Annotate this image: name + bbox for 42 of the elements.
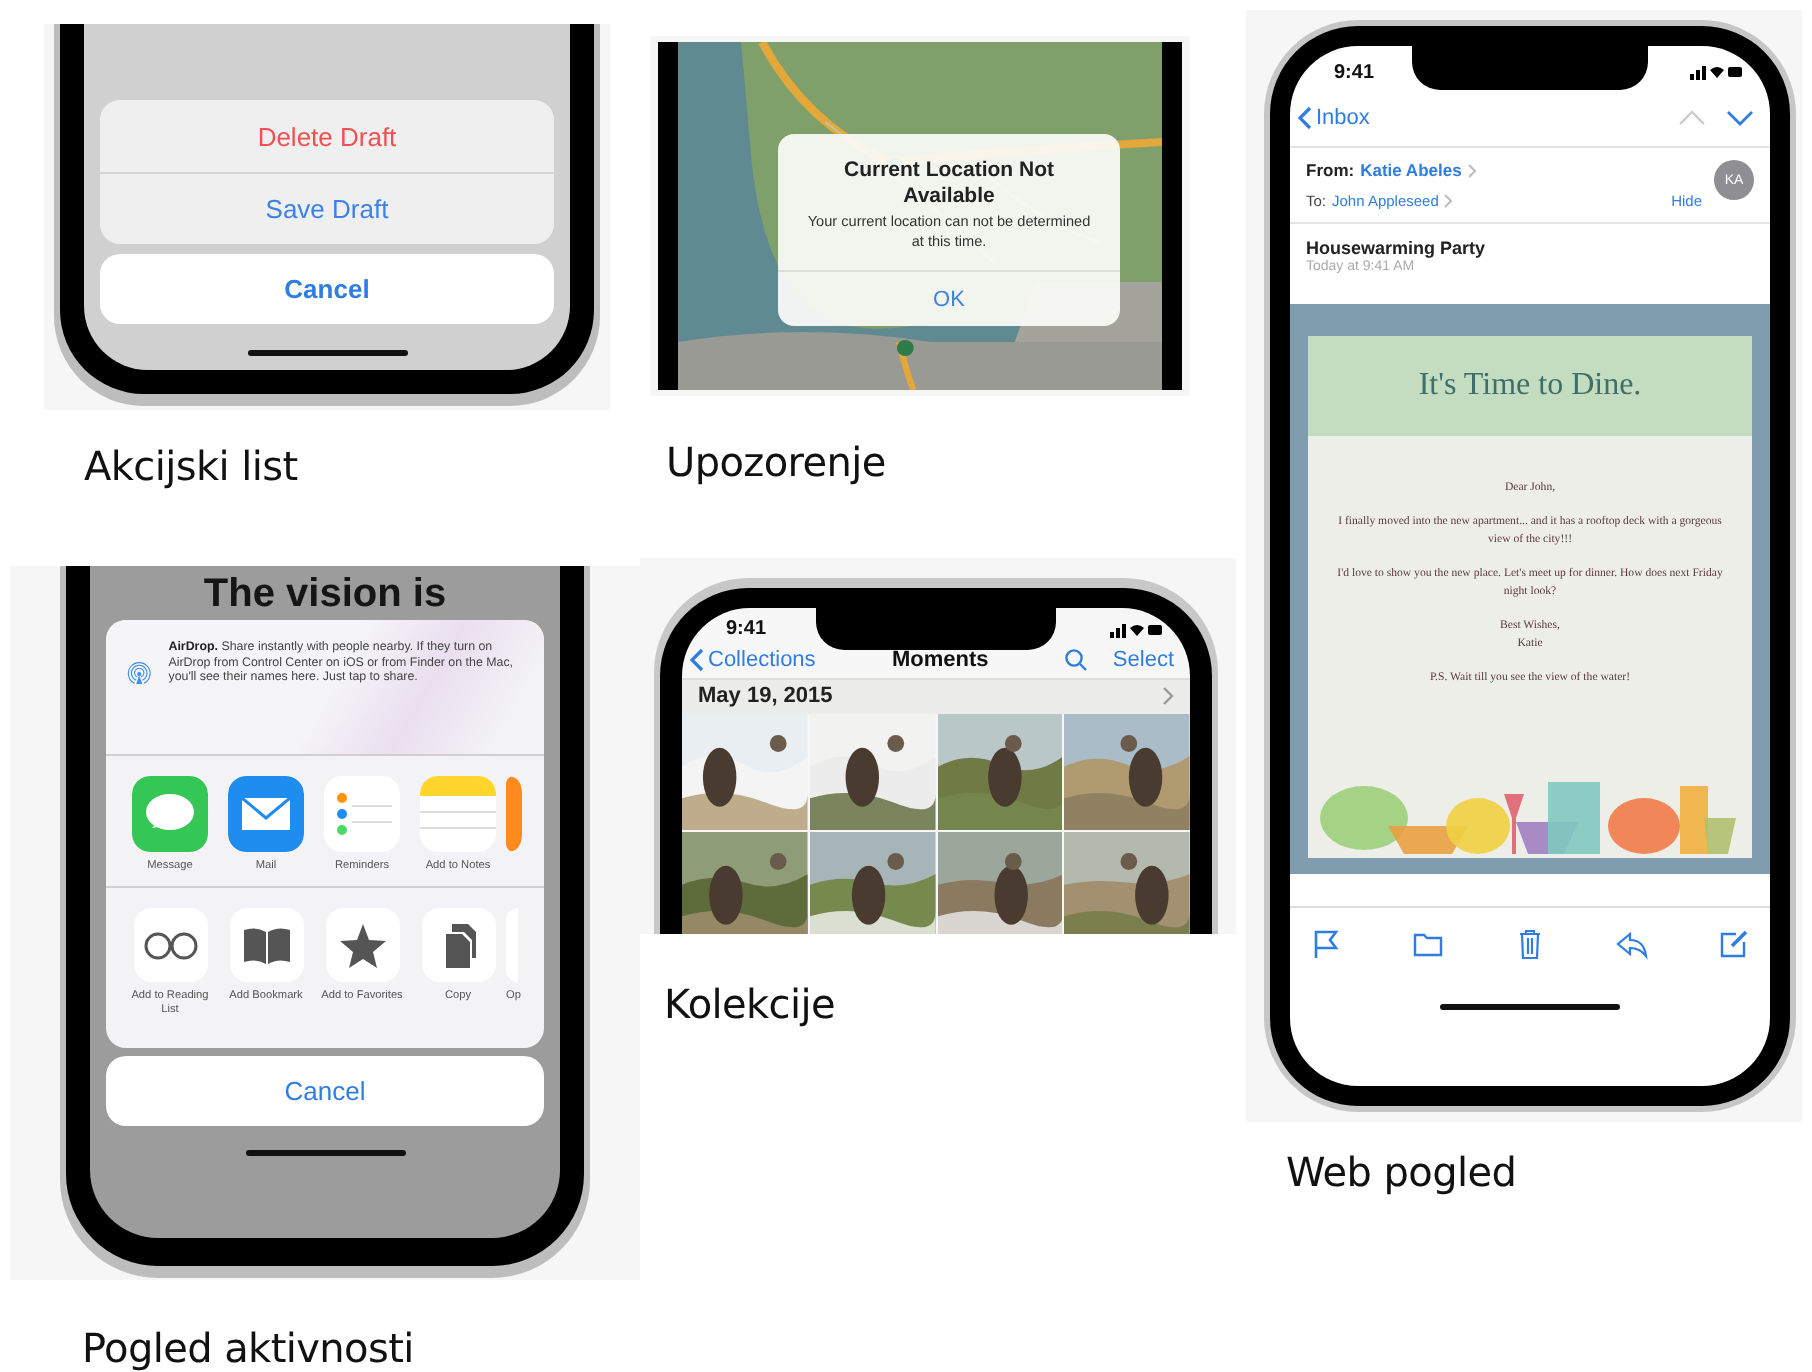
- trash-icon[interactable]: [1514, 928, 1546, 960]
- sender-link[interactable]: Katie Abeles: [1360, 160, 1462, 180]
- status-icons: [1110, 621, 1162, 638]
- status-icons: [1690, 64, 1742, 80]
- folder-icon[interactable]: [1412, 928, 1444, 960]
- down-chevron-icon[interactable]: [1726, 110, 1754, 126]
- email-subject: Housewarming Party: [1306, 238, 1488, 258]
- chevron-icon: [1298, 106, 1312, 130]
- from-label: From:: [1306, 160, 1355, 180]
- compose-icon[interactable]: [1718, 928, 1750, 960]
- select-button[interactable]: Select: [1112, 647, 1174, 672]
- chevron-icon: [690, 647, 704, 672]
- message-app-icon[interactable]: [132, 776, 208, 852]
- status-time: 9:41: [726, 618, 767, 641]
- cancel-button[interactable]: Cancel: [100, 254, 554, 324]
- date-label: May 19, 2015: [698, 684, 833, 709]
- alert-title: Current Location Not Available: [842, 156, 1056, 212]
- chevron-icon: [1467, 163, 1476, 177]
- date-header[interactable]: May 19, 2015: [682, 679, 1190, 714]
- caption: Pogled aktivnosti: [82, 1324, 414, 1372]
- caption: Akcijski list: [84, 441, 298, 489]
- back-button[interactable]: Collections: [690, 647, 816, 672]
- caption: Web pogled: [1286, 1148, 1517, 1196]
- mail-app-icon[interactable]: [228, 776, 304, 852]
- sheet-action-button[interactable]: Save Draft: [100, 172, 554, 244]
- caption: Kolekcije: [664, 980, 836, 1028]
- ok-button[interactable]: OK: [778, 270, 1120, 326]
- search-icon[interactable]: [1064, 647, 1089, 672]
- reply-icon[interactable]: [1616, 928, 1648, 960]
- chevron-icon: [1162, 686, 1174, 707]
- nav-title: Moments: [889, 647, 991, 672]
- flag-icon[interactable]: [1310, 928, 1342, 960]
- caption: Upozorenje: [666, 438, 886, 486]
- app-icon[interactable]: [506, 776, 522, 852]
- letter-title: It's Time to Dine.: [1418, 368, 1642, 404]
- back-button[interactable]: Inbox: [1298, 106, 1370, 130]
- cancel-button[interactable]: Cancel: [106, 1056, 544, 1126]
- status-time: 9:41: [1334, 61, 1375, 83]
- page-heading: The vision is: [201, 570, 449, 620]
- reminders-app-icon[interactable]: [324, 776, 400, 852]
- delete-button[interactable]: Delete Draft: [100, 100, 554, 172]
- chevron-icon: [1444, 194, 1453, 208]
